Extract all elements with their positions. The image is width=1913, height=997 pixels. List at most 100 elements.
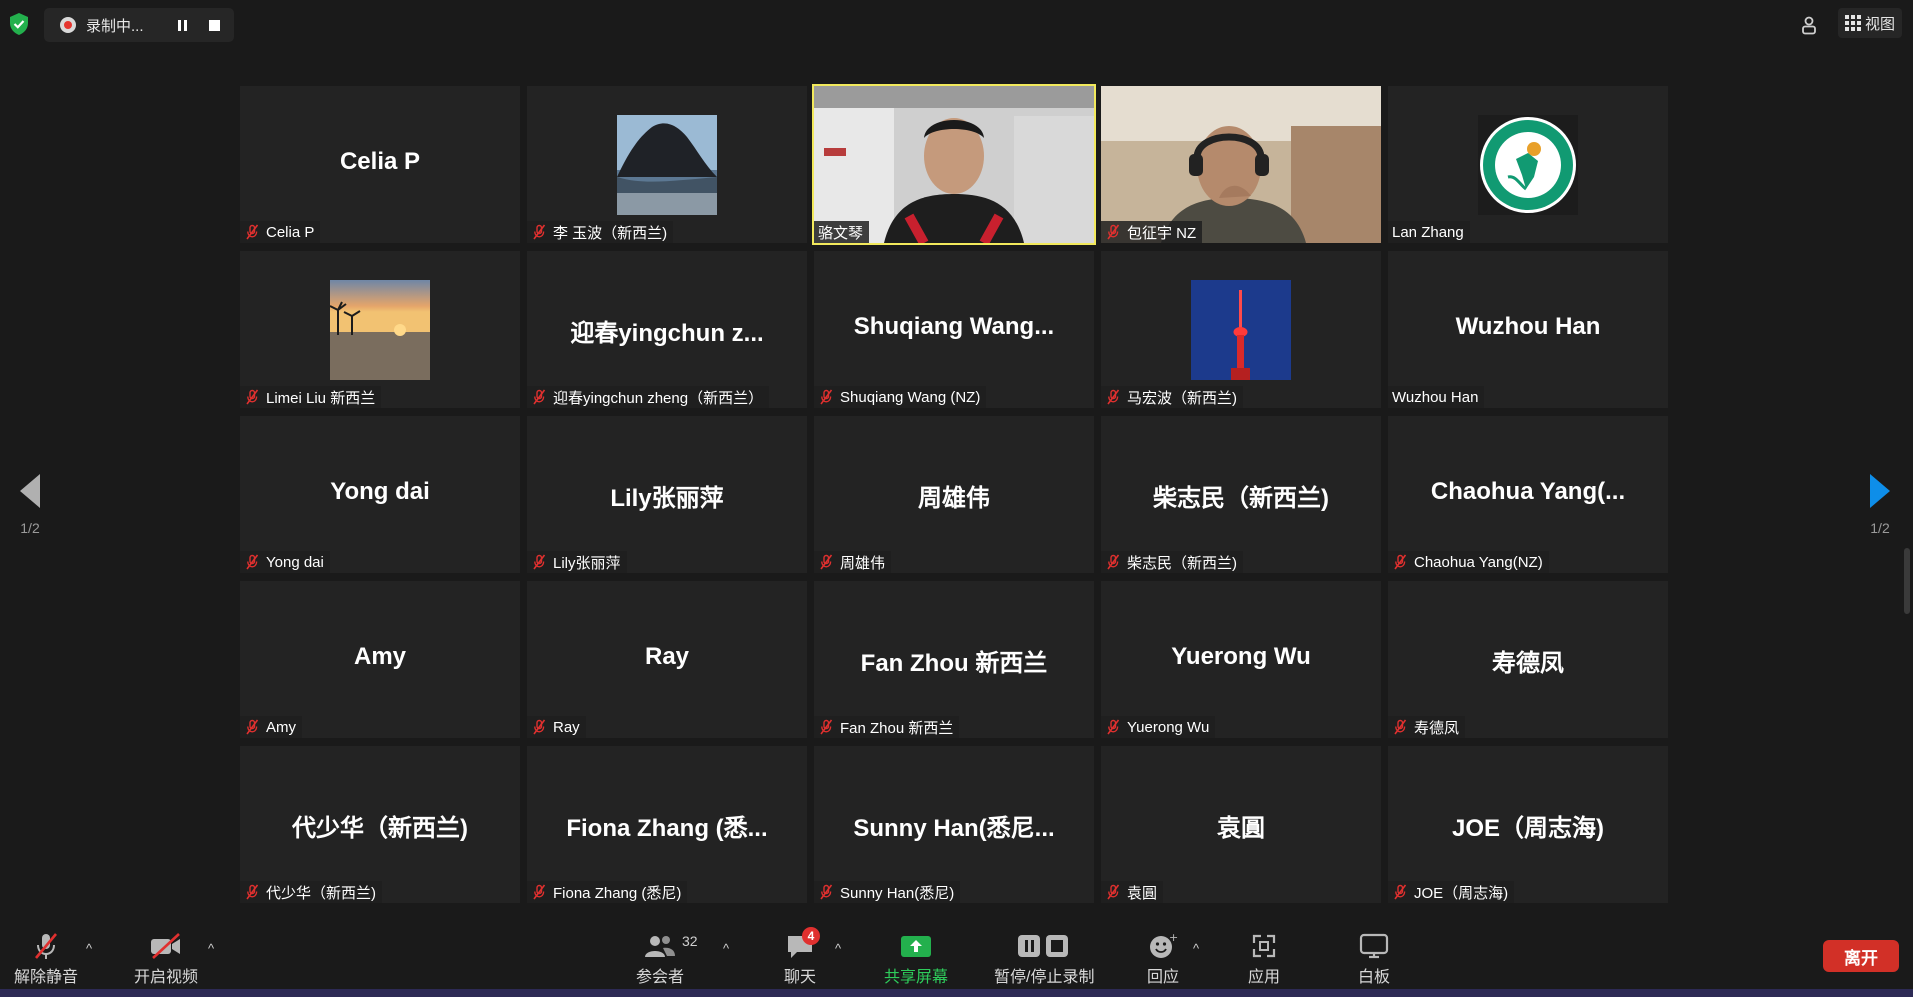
participant-tile[interactable]: 周雄伟 周雄伟: [814, 416, 1094, 573]
side-scrollbar[interactable]: [1904, 548, 1910, 614]
mic-muted-icon: [531, 389, 547, 405]
beach-sunset-photo: [330, 280, 430, 380]
share-screen-button[interactable]: 共享屏幕: [884, 931, 948, 987]
stop-icon: [208, 19, 220, 31]
reactions-button[interactable]: + 回应: [1145, 931, 1181, 987]
participant-name-label: 马宏波（新西兰): [1101, 386, 1243, 408]
participant-name: Limei Liu 新西兰: [266, 389, 376, 407]
whiteboard-button[interactable]: 白板: [1356, 931, 1392, 987]
participant-name: 马宏波（新西兰): [1127, 389, 1237, 407]
mic-muted-icon: [1105, 719, 1121, 735]
participant-name-label: Amy: [240, 716, 302, 738]
participant-tile[interactable]: JOE（周志海) JOE（周志海): [1388, 746, 1668, 903]
participant-tile[interactable]: Amy Amy: [240, 581, 520, 738]
participant-tile[interactable]: 骆文琴: [812, 84, 1096, 245]
participant-tile[interactable]: Lan Zhang: [1388, 86, 1668, 243]
whiteboard-icon: [1356, 931, 1392, 961]
participant-tile[interactable]: Fiona Zhang (悉... Fiona Zhang (悉尼): [527, 746, 807, 903]
participant-display-name: 袁圓: [1217, 815, 1265, 842]
participant-tile[interactable]: Sunny Han(悉尼... Sunny Han(悉尼): [814, 746, 1094, 903]
participant-tile[interactable]: Chaohua Yang(... Chaohua Yang(NZ): [1388, 416, 1668, 573]
participant-name: Wuzhou Han: [1392, 388, 1479, 406]
next-page-button[interactable]: 1/2: [1860, 474, 1900, 544]
participant-name-label: 迎春yingchun zheng（新西兰）: [527, 386, 770, 408]
unmute-button[interactable]: 解除静音: [14, 931, 78, 987]
view-button[interactable]: 视图: [1838, 8, 1902, 38]
leave-meeting-button[interactable]: 离开: [1823, 940, 1899, 972]
reactions-options-caret[interactable]: ^: [1193, 941, 1199, 956]
participant-display-name: Sunny Han(悉尼...: [853, 815, 1055, 842]
participant-name-label: Wuzhou Han: [1388, 386, 1485, 408]
participant-tile[interactable]: Yuerong Wu Yuerong Wu: [1101, 581, 1381, 738]
pause-recording-button[interactable]: [168, 11, 196, 39]
participant-name: Celia P: [266, 223, 315, 241]
participant-tile[interactable]: 迎春yingchun z... 迎春yingchun zheng（新西兰）: [527, 251, 807, 408]
participants-icon: [642, 931, 678, 961]
participant-name: Lan Zhang: [1392, 223, 1464, 241]
participant-tile[interactable]: 包征宇 NZ: [1101, 86, 1381, 243]
participant-tile[interactable]: 柴志民（新西兰) 柴志民（新西兰): [1101, 416, 1381, 573]
bottom-strip: [0, 989, 1913, 997]
participant-name-label: 周雄伟: [814, 551, 892, 573]
participant-name: Amy: [266, 718, 296, 736]
participant-tile[interactable]: 袁圓 袁圓: [1101, 746, 1381, 903]
participant-display-name: Fiona Zhang (悉...: [566, 815, 768, 842]
mic-muted-icon: [1392, 719, 1408, 735]
share-screen-icon: [898, 931, 934, 961]
security-shield-icon[interactable]: [8, 12, 30, 36]
participant-tile[interactable]: Wuzhou Han Wuzhou Han: [1388, 251, 1668, 408]
mic-muted-icon: [1105, 554, 1121, 570]
participants-button[interactable]: 参会者: [636, 931, 684, 987]
participant-name-label: JOE（周志海): [1388, 881, 1515, 903]
apps-button[interactable]: 应用: [1246, 931, 1282, 987]
participant-name-label: Lan Zhang: [1388, 221, 1470, 243]
share-screen-label: 共享屏幕: [884, 969, 949, 986]
participant-name: Shuqiang Wang (NZ): [840, 388, 981, 406]
participant-tile[interactable]: Fan Zhou 新西兰 Fan Zhou 新西兰: [814, 581, 1094, 738]
mic-muted-icon: [1105, 389, 1121, 405]
participant-display-name: Wuzhou Han: [1455, 313, 1601, 340]
participants-count: 32: [682, 933, 698, 949]
participant-name: 李 玉波（新西兰): [553, 224, 668, 242]
participant-name: 袁圓: [1127, 884, 1158, 902]
participant-tile[interactable]: 代少华（新西兰) 代少华（新西兰): [240, 746, 520, 903]
participant-name-label: 骆文琴: [814, 221, 870, 243]
mic-muted-icon: [531, 884, 547, 900]
participant-display-name: Lily张丽萍: [610, 485, 724, 512]
prev-page-button[interactable]: 1/2: [10, 474, 50, 544]
participant-tile[interactable]: Celia P Celia P: [240, 86, 520, 243]
audio-options-caret[interactable]: ^: [86, 941, 92, 956]
participants-options-caret[interactable]: ^: [723, 941, 729, 956]
mic-muted-icon: [531, 719, 547, 735]
participant-name: Chaohua Yang(NZ): [1414, 553, 1543, 571]
chat-options-caret[interactable]: ^: [835, 941, 841, 956]
participant-tile[interactable]: Limei Liu 新西兰: [240, 251, 520, 408]
participant-name: Lily张丽萍: [553, 554, 621, 572]
participant-name-label: Limei Liu 新西兰: [240, 386, 382, 408]
participant-tile[interactable]: 寿德凤 寿德凤: [1388, 581, 1668, 738]
volleyball-association-logo: [1478, 115, 1578, 215]
immersive-view-button[interactable]: [1796, 12, 1822, 38]
view-label: 视图: [1864, 15, 1895, 33]
participant-tile[interactable]: Yong dai Yong dai: [240, 416, 520, 573]
participant-name-label: Lily张丽萍: [527, 551, 627, 573]
pause-stop-recording-button[interactable]: 暂停/停止录制: [994, 931, 1094, 987]
participant-name: Fiona Zhang (悉尼): [553, 884, 682, 902]
participant-tile[interactable]: 马宏波（新西兰): [1101, 251, 1381, 408]
participant-tile[interactable]: Lily张丽萍 Lily张丽萍: [527, 416, 807, 573]
pause-stop-recording-label: 暂停/停止录制: [994, 969, 1095, 986]
participant-name-label: 袁圓: [1101, 881, 1164, 903]
recording-label: 录制中...: [86, 17, 144, 35]
stop-recording-button[interactable]: [200, 11, 228, 39]
start-video-button[interactable]: 开启视频: [134, 931, 198, 987]
svg-text:+: +: [1169, 932, 1178, 944]
participant-name: 柴志民（新西兰): [1127, 554, 1237, 572]
participant-tile[interactable]: 李 玉波（新西兰): [527, 86, 807, 243]
video-options-caret[interactable]: ^: [208, 941, 214, 956]
participant-tile[interactable]: Shuqiang Wang... Shuqiang Wang (NZ): [814, 251, 1094, 408]
participant-name: 周雄伟: [840, 554, 886, 572]
chat-button[interactable]: 4 聊天: [782, 927, 820, 987]
participant-name: Yong dai: [266, 553, 324, 571]
participant-name-label: 包征宇 NZ: [1101, 221, 1203, 243]
participant-tile[interactable]: Ray Ray: [527, 581, 807, 738]
